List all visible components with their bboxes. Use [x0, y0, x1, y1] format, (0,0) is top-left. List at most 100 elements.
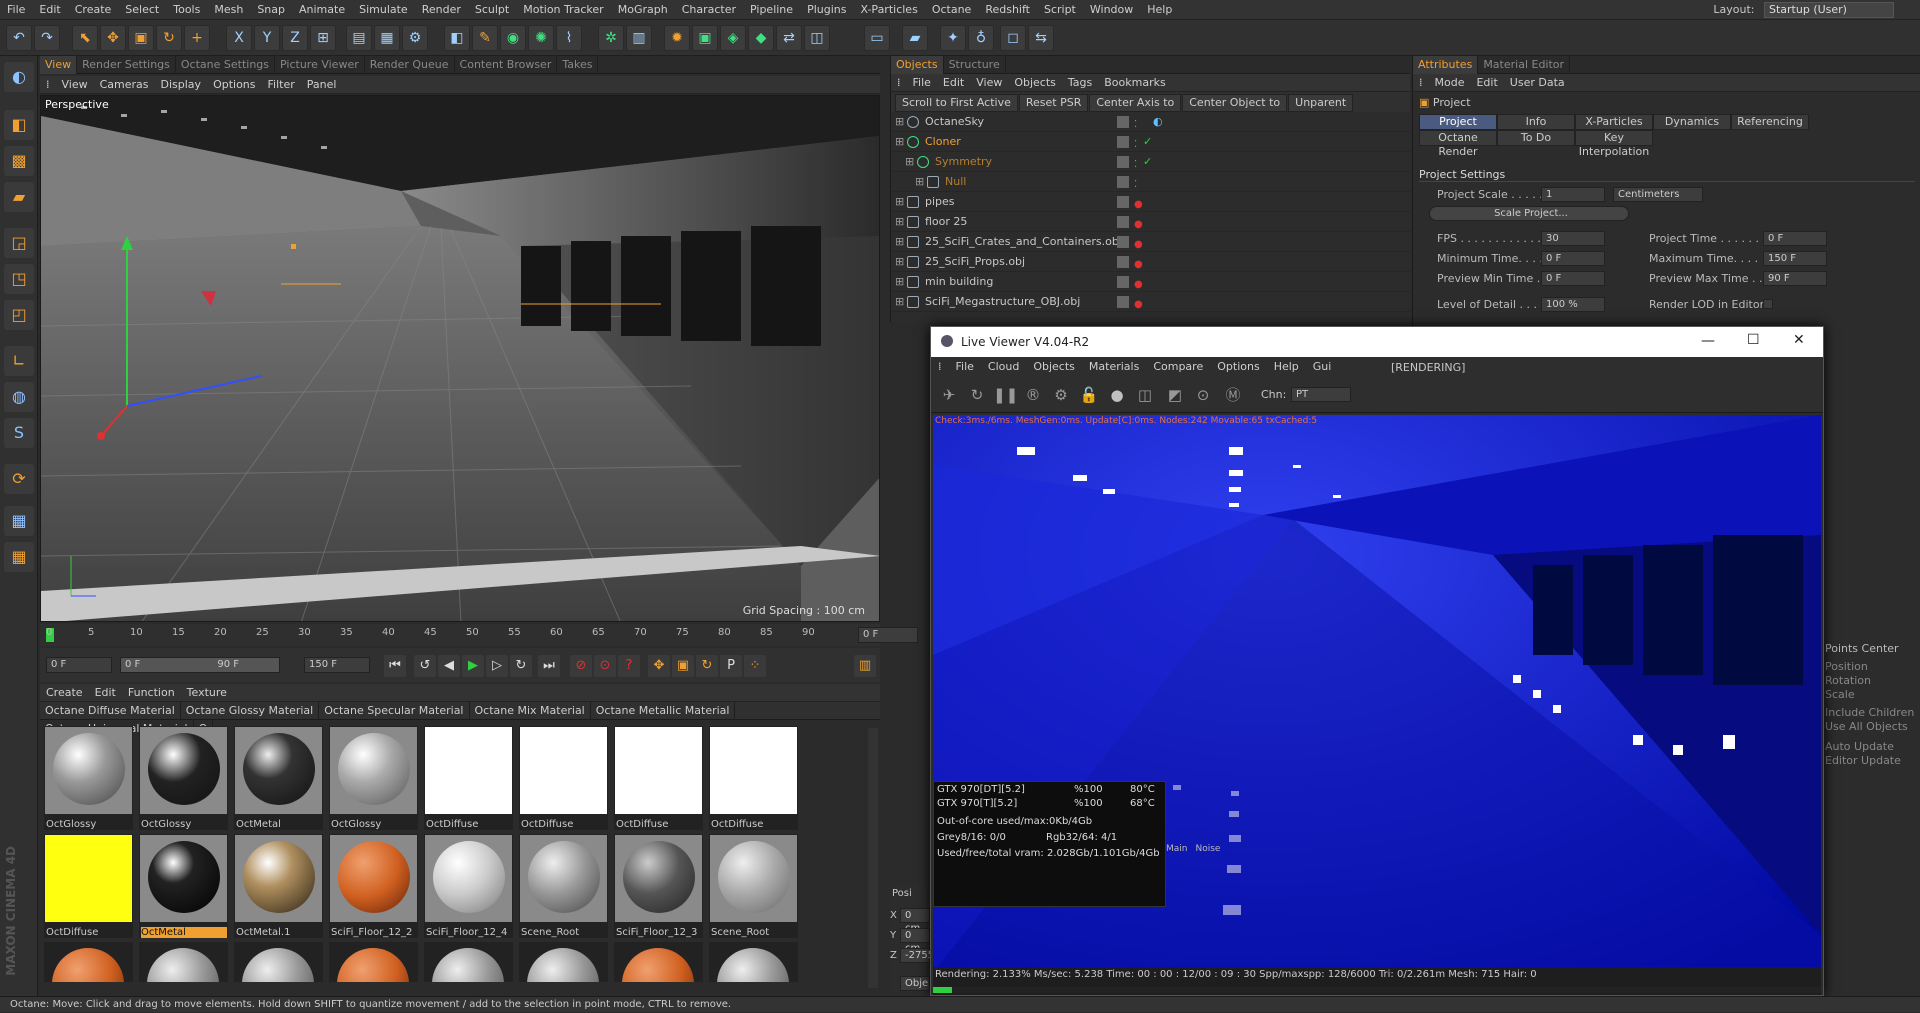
tab-picture-viewer[interactable]: Picture Viewer — [275, 56, 365, 74]
channel-dropdown[interactable]: PT — [1291, 387, 1351, 402]
bulb-icon[interactable]: ♁ — [968, 25, 994, 51]
menu-help[interactable]: Help — [1140, 0, 1179, 20]
scale-project-button[interactable]: Scale Project... — [1429, 206, 1629, 221]
camera-icon[interactable]: ▭ — [864, 25, 890, 51]
octane-tag-icon[interactable]: ◐ — [1153, 112, 1163, 132]
viewport-menu-panel[interactable]: Panel — [301, 76, 343, 94]
material-swatch[interactable]: OctGlossy — [44, 726, 133, 830]
material-tab-octane-glossy-material[interactable]: Octane Glossy Material — [181, 702, 320, 720]
pick-focus-icon[interactable]: ⊙ — [1191, 383, 1215, 407]
edges-mode-icon[interactable]: ◳ — [4, 264, 34, 294]
sphere-preview-icon[interactable]: ● — [1105, 383, 1129, 407]
texture-mode-icon[interactable]: ▩ — [4, 146, 34, 176]
menu-redshift[interactable]: Redshift — [978, 0, 1037, 20]
key-move-icon[interactable]: ✥ — [648, 655, 670, 677]
viewport-menu-view[interactable]: View — [56, 76, 94, 94]
object-row[interactable]: ⊞ floor 25 ● — [891, 212, 1411, 232]
expand-icon[interactable]: ⊞ — [895, 232, 904, 252]
menu-render[interactable]: Render — [415, 0, 468, 20]
lv-menu-file[interactable]: File — [949, 357, 981, 377]
polygons-mode-icon[interactable]: ◰ — [4, 300, 34, 330]
material-tab-octane-metallic-material[interactable]: Octane Metallic Material — [591, 702, 736, 720]
points-mode-icon[interactable]: ◲ — [4, 228, 34, 258]
octane-light-icon[interactable]: ◆ — [748, 25, 774, 51]
lv-menu-options[interactable]: Options — [1210, 357, 1266, 377]
perspective-viewport[interactable]: Perspective Grid Spacing : 100 cm — [40, 95, 880, 622]
material-tab-octane-mix-material[interactable]: Octane Mix Material — [470, 702, 591, 720]
tab-takes[interactable]: Takes — [557, 56, 599, 74]
objects-menu-file[interactable]: File — [907, 74, 937, 92]
menu-select[interactable]: Select — [118, 0, 166, 20]
axis-mode-icon[interactable]: ∟ — [4, 346, 34, 376]
cloner-icon[interactable]: ✺ — [528, 25, 554, 51]
close-icon[interactable]: ✕ — [1793, 332, 1805, 348]
menu-window[interactable]: Window — [1083, 0, 1140, 20]
layer-icon[interactable] — [1117, 156, 1129, 168]
project-time-field[interactable]: 0 F — [1763, 231, 1827, 246]
objects-menu-view[interactable]: View — [970, 74, 1008, 92]
material-tab-octane-specular-material[interactable]: Octane Specular Material — [319, 702, 470, 720]
viewport-menu-options[interactable]: Options — [207, 76, 261, 94]
visibility-dots[interactable]: ● — [1134, 295, 1143, 315]
expand-icon[interactable]: ⊞ — [895, 132, 904, 152]
next-frame-icon[interactable]: ▷ — [486, 655, 508, 677]
layout-dropdown[interactable]: Startup (User) — [1764, 2, 1894, 18]
material-swatch[interactable]: OctDiffuse — [44, 834, 133, 938]
menu-motion-tracker[interactable]: Motion Tracker — [516, 0, 610, 20]
menu-snap[interactable]: Snap — [250, 0, 292, 20]
scale-icon[interactable]: ▣ — [128, 25, 154, 51]
layer-icon[interactable] — [1117, 296, 1129, 308]
pause-icon[interactable]: ❚❚ — [993, 383, 1018, 407]
octane-object-icon[interactable]: ◈ — [720, 25, 746, 51]
object-row[interactable]: ⊞ SciFi_Megastructure_OBJ.obj ● — [891, 292, 1411, 312]
stats-tab-main[interactable]: Main — [1166, 844, 1188, 854]
objects-menu-objects[interactable]: Objects — [1008, 74, 1062, 92]
object-row[interactable]: ⊞ 25_SciFi_Props.obj ● — [891, 252, 1411, 272]
menu-character[interactable]: Character — [675, 0, 743, 20]
live-select-icon[interactable]: ⬉ — [72, 25, 98, 51]
minimize-icon[interactable]: — — [1701, 333, 1715, 349]
material-swatch[interactable]: OctMetal.1 — [234, 834, 323, 938]
render-lod-checkbox[interactable] — [1763, 299, 1773, 309]
snap-icon[interactable]: ⟳ — [4, 464, 34, 494]
menu-x-particles[interactable]: X-Particles — [853, 0, 924, 20]
subtab-octane-render[interactable]: Octane Render — [1419, 130, 1497, 158]
object-row[interactable]: ⊞ pipes ● — [891, 192, 1411, 212]
move-icon[interactable]: ✥ — [100, 25, 126, 51]
sweep-icon[interactable]: ⌇ — [556, 25, 582, 51]
floor-icon[interactable]: ▰ — [902, 25, 928, 51]
menu-edit[interactable]: Edit — [32, 0, 67, 20]
layer-icon[interactable] — [1117, 236, 1129, 248]
menu-simulate[interactable]: Simulate — [352, 0, 415, 20]
lv-menu-help[interactable]: Help — [1267, 357, 1306, 377]
settings-gear-icon[interactable]: ⚙ — [1049, 383, 1073, 407]
lock-icon[interactable]: ▦ — [4, 506, 34, 536]
subdivision-icon[interactable]: ◉ — [500, 25, 526, 51]
menu-octane[interactable]: Octane — [925, 0, 979, 20]
render-view-icon[interactable]: ▤ — [346, 25, 372, 51]
play-icon[interactable]: ▶ — [462, 655, 484, 677]
menu-animate[interactable]: Animate — [292, 0, 352, 20]
add-icon[interactable]: + — [184, 25, 210, 51]
maximize-icon[interactable]: ☐ — [1747, 332, 1760, 348]
enabled-check-icon[interactable]: ✓ — [1143, 132, 1152, 152]
subtab-key-interpolation[interactable]: Key Interpolation — [1575, 130, 1653, 158]
unparent-button[interactable]: Unparent — [1288, 94, 1354, 112]
object-row[interactable]: ⊞ 25_SciFi_Crates_and_Containers.obj ● — [891, 232, 1411, 252]
x-axis-icon[interactable]: X — [226, 25, 252, 51]
layer-icon[interactable] — [1117, 136, 1129, 148]
menu-file[interactable]: File — [0, 0, 32, 20]
octane-material-icon[interactable]: ◫ — [804, 25, 830, 51]
film-region-icon[interactable]: ◩ — [1163, 383, 1187, 407]
start-frame-field[interactable]: 0 F — [46, 657, 112, 673]
pick-material-icon[interactable]: Ⓜ — [1221, 383, 1245, 407]
material-menu-create[interactable]: Create — [40, 684, 89, 702]
go-to-end-icon[interactable]: ⏭ — [538, 655, 560, 677]
expand-icon[interactable]: ⊞ — [915, 172, 924, 192]
workplane-lock-icon[interactable]: ▦ — [4, 542, 34, 572]
tab-view[interactable]: View — [40, 56, 78, 74]
subtab-x-particles[interactable]: X-Particles — [1575, 114, 1653, 130]
live-viewer-titlebar[interactable]: Live Viewer V4.04-R2 — ☐ ✕ — [931, 327, 1823, 357]
material-swatch-partial[interactable] — [709, 942, 798, 982]
viewport-menu-display[interactable]: Display — [155, 76, 208, 94]
